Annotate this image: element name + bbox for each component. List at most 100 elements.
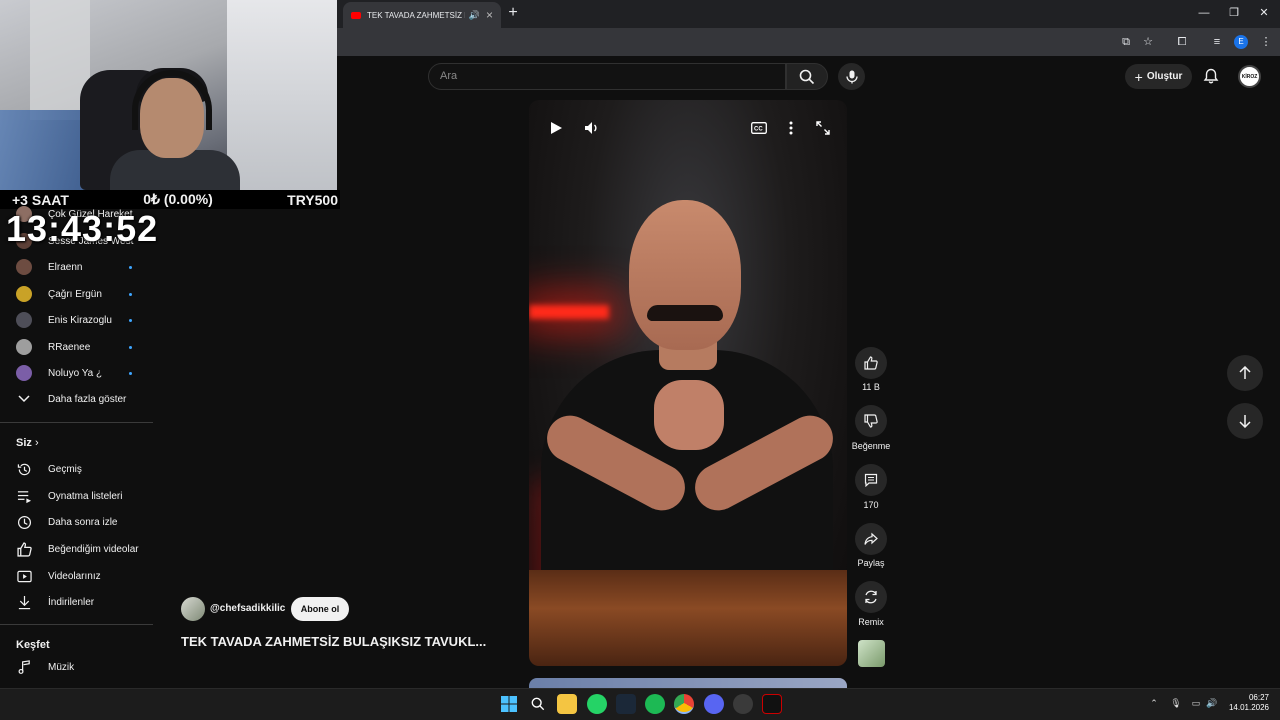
- sidebar-item[interactable]: Geçmiş: [16, 459, 156, 479]
- volume-button[interactable]: [583, 119, 601, 137]
- browser-menu-icon[interactable]: ⋮: [1258, 34, 1274, 50]
- profile-avatar[interactable]: E: [1234, 35, 1248, 49]
- minimize-icon[interactable]: —: [1196, 5, 1212, 21]
- sidebar-item[interactable]: İndirilenler: [16, 592, 156, 612]
- more-options-button[interactable]: [782, 119, 800, 137]
- next-short-button[interactable]: [1227, 403, 1263, 439]
- like-icon: [16, 541, 32, 557]
- new-content-dot: [129, 372, 132, 375]
- subscription-item[interactable]: Enis Kirazoglu: [16, 310, 156, 330]
- app-icon[interactable]: [762, 694, 782, 714]
- webcam-overlay: [0, 0, 337, 190]
- audio-icon[interactable]: 🔊: [469, 10, 480, 21]
- sidebar-divider: [0, 422, 153, 423]
- search-button[interactable]: [786, 63, 828, 90]
- dislike-button[interactable]: [855, 405, 887, 437]
- share-label: Paylaş: [857, 558, 885, 568]
- tray-display-icon[interactable]: ▭: [1190, 697, 1202, 709]
- discord-icon[interactable]: [704, 694, 724, 714]
- arrow-down-icon: [1239, 415, 1251, 428]
- subscription-label: RRaenee: [48, 341, 91, 353]
- comments-button[interactable]: [855, 464, 887, 496]
- previous-short-button[interactable]: [1227, 355, 1263, 391]
- music-icon: [16, 659, 32, 675]
- subscription-item[interactable]: Çağrı Ergün: [16, 284, 156, 304]
- sidebar-item[interactable]: Beğendiğim videolar: [16, 539, 156, 559]
- bookmark-star-icon[interactable]: ☆: [1140, 34, 1156, 50]
- channel-handle[interactable]: @chefsadikkilic: [210, 603, 285, 614]
- captions-button[interactable]: CC: [750, 119, 768, 137]
- subscription-item[interactable]: RRaenee: [16, 337, 156, 357]
- tray-mic-icon[interactable]: 🎙: [1170, 697, 1182, 709]
- steam-icon[interactable]: [616, 694, 636, 714]
- play-icon: [551, 122, 562, 134]
- new-content-dot: [129, 319, 132, 322]
- you-section-heading[interactable]: Siz ›: [16, 437, 39, 449]
- tab-title: TEK TAVADA ZAHMETSİZ BU: [367, 10, 465, 20]
- spotify-icon[interactable]: [645, 694, 665, 714]
- sidebar-item[interactable]: Oynatma listeleri: [16, 486, 156, 506]
- whatsapp-icon[interactable]: [587, 694, 607, 714]
- sidebar-item[interactable]: Müzik: [16, 657, 156, 677]
- file-explorer-icon[interactable]: [557, 694, 577, 714]
- chrome-icon[interactable]: [674, 694, 694, 714]
- short-title[interactable]: TEK TAVADA ZAHMETSİZ BULAŞIKSIZ TAVUKL..…: [181, 634, 486, 649]
- system-time: 06:27: [1248, 693, 1269, 702]
- subscription-item[interactable]: Noluyo Ya ¿: [16, 363, 156, 383]
- watch-later-icon: [16, 514, 32, 530]
- channel-avatar[interactable]: [181, 597, 205, 621]
- sidebar-item-label: Müzik: [48, 661, 75, 673]
- browser-toolbar: [337, 28, 1280, 56]
- channel-avatar: [16, 339, 32, 355]
- plus-icon: +: [1134, 68, 1143, 85]
- taskbar-search-icon[interactable]: [528, 694, 548, 714]
- sidebar-item[interactable]: Daha sonra izle: [16, 512, 156, 532]
- start-button[interactable]: [499, 694, 519, 714]
- obs-icon[interactable]: [733, 694, 753, 714]
- browser-tab[interactable]: TEK TAVADA ZAHMETSİZ BU 🔊 ×: [343, 2, 501, 28]
- subscribe-button[interactable]: Abone ol: [291, 597, 349, 621]
- like-button[interactable]: [855, 347, 887, 379]
- remix-button[interactable]: [855, 581, 887, 613]
- share-button[interactable]: [855, 523, 887, 555]
- tray-volume-icon[interactable]: 🔊: [1206, 697, 1218, 709]
- tray-overflow-icon[interactable]: ⌃: [1148, 697, 1160, 709]
- voice-search-button[interactable]: [838, 63, 865, 90]
- show-more-button[interactable]: Daha fazla göster: [16, 389, 156, 409]
- comment-count: 170: [863, 500, 879, 510]
- close-window-icon[interactable]: ✕: [1256, 5, 1272, 21]
- subscription-item[interactable]: Elraenn: [16, 257, 156, 277]
- system-clock[interactable]: 06:27 14.01.2026: [1225, 693, 1269, 713]
- remix-icon: [865, 590, 877, 604]
- new-content-dot: [129, 293, 132, 296]
- create-button[interactable]: + Oluştur: [1125, 64, 1192, 89]
- media-control-icon[interactable]: ≡: [1209, 34, 1225, 50]
- search-input[interactable]: Ara: [428, 63, 786, 90]
- microphone-icon: [845, 70, 858, 83]
- sidebar-item-label: Geçmiş: [48, 463, 82, 475]
- close-tab-icon[interactable]: ×: [486, 8, 493, 22]
- sidebar-item-label: İndirilenler: [48, 596, 95, 608]
- goal-label: TRY500: [287, 191, 338, 208]
- your-videos-icon: [16, 568, 32, 584]
- share-icon: [864, 532, 878, 545]
- chevron-right-icon: ›: [34, 437, 39, 449]
- sidebar-item-label: Oynatma listeleri: [48, 490, 123, 502]
- svg-text:CC: CC: [754, 127, 763, 133]
- short-video-player[interactable]: [529, 100, 847, 666]
- play-button[interactable]: [547, 119, 565, 137]
- remix-label: Remix: [858, 617, 884, 627]
- channel-avatar: [16, 259, 32, 275]
- new-tab-button[interactable]: +: [504, 4, 522, 22]
- extensions-icon[interactable]: ⧠: [1174, 34, 1190, 50]
- restore-icon[interactable]: ❐: [1226, 5, 1242, 21]
- system-date: 14.01.2026: [1228, 703, 1269, 712]
- channel-avatar: [16, 286, 32, 302]
- fullscreen-button[interactable]: [814, 119, 832, 137]
- user-avatar[interactable]: KİROZ: [1238, 65, 1261, 88]
- volume-icon: [585, 122, 597, 134]
- sidebar-item[interactable]: Videolarınız: [16, 566, 156, 586]
- sound-thumbnail[interactable]: [858, 640, 885, 667]
- cast-icon[interactable]: ⧉: [1118, 34, 1134, 50]
- notifications-button[interactable]: [1201, 66, 1221, 86]
